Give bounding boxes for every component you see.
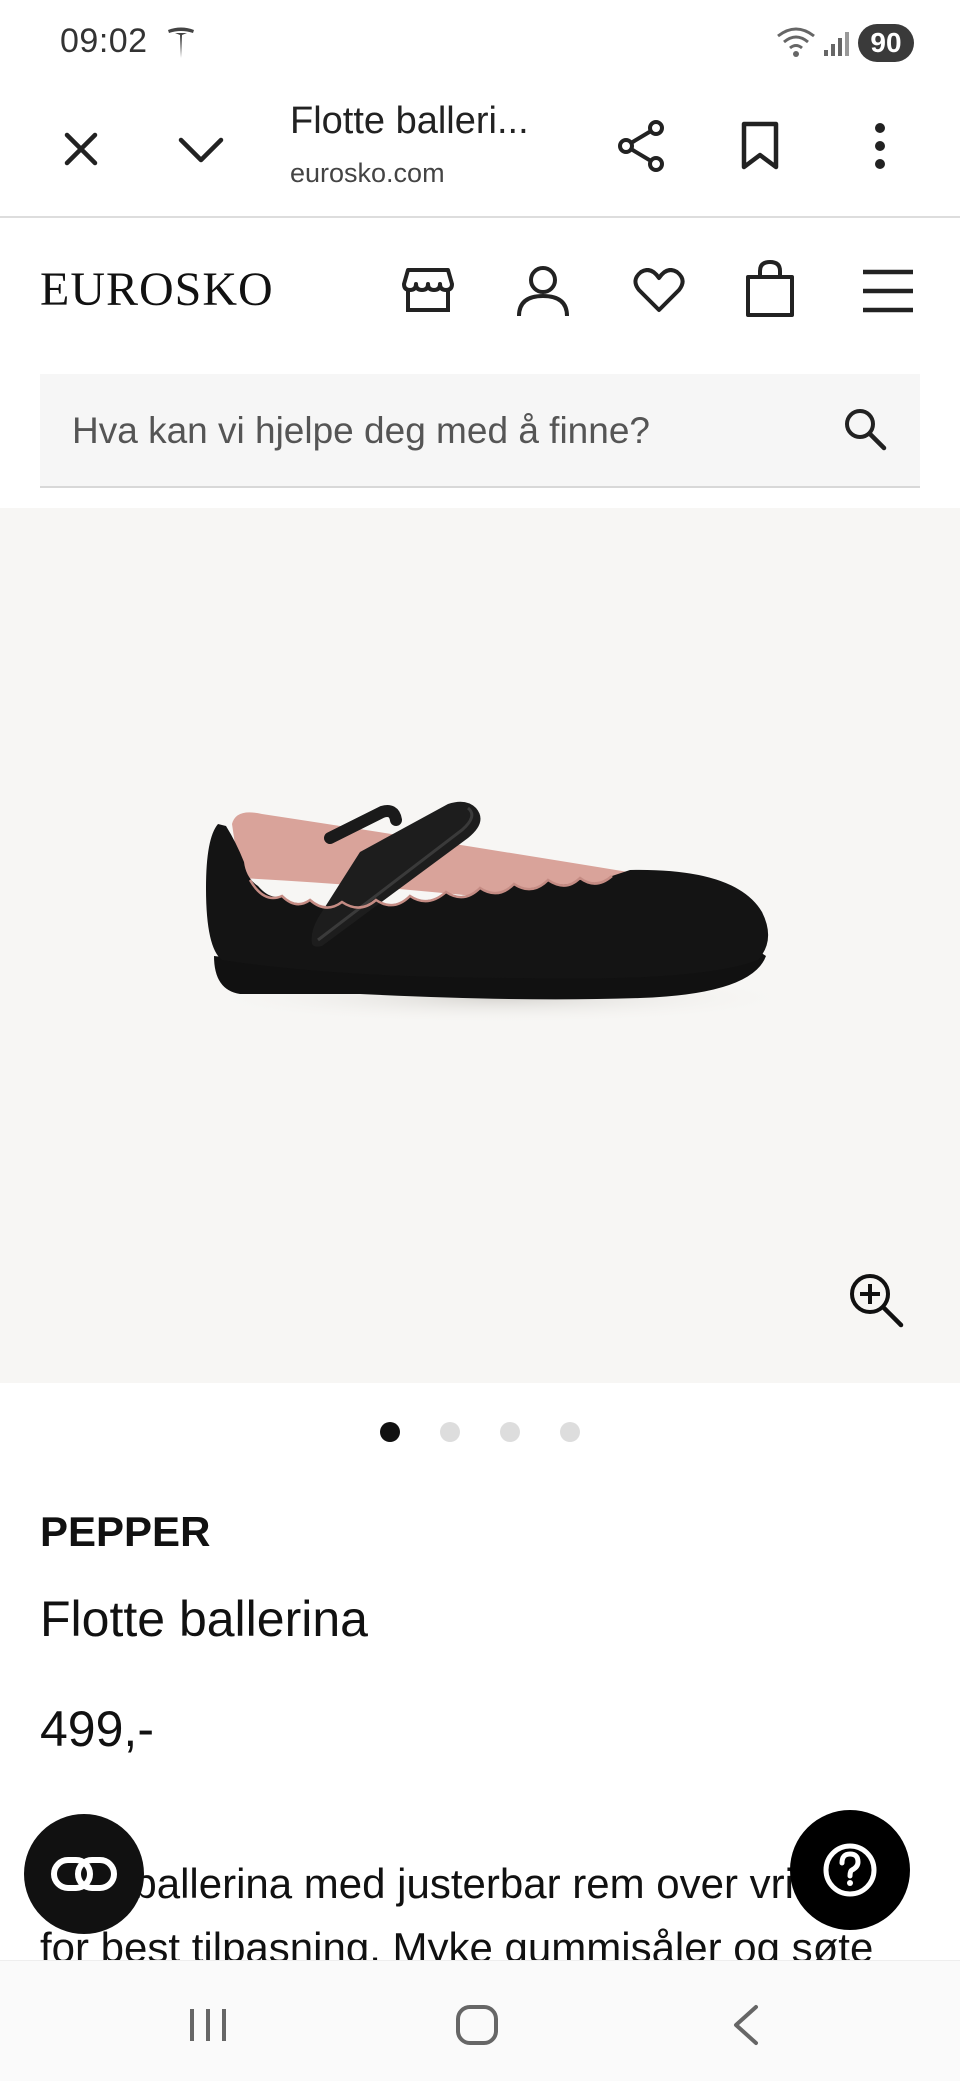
help-icon — [823, 1843, 877, 1897]
status-time: 09:02 — [60, 22, 148, 60]
shoe-illustration — [200, 801, 800, 1024]
hamburger-icon[interactable] — [856, 260, 920, 322]
heart-icon[interactable] — [626, 260, 692, 322]
search-icon[interactable] — [842, 406, 888, 452]
carousel-dot-1[interactable] — [380, 1422, 400, 1442]
tesla-icon — [168, 27, 194, 58]
wifi-icon — [777, 27, 815, 57]
ai-assistant-button[interactable] — [24, 1814, 144, 1934]
help-button[interactable] — [790, 1810, 910, 1930]
product-name: Flotte ballerina — [40, 1591, 368, 1647]
zoom-in-icon[interactable] — [846, 1270, 906, 1335]
chevron-down-icon[interactable] — [170, 118, 232, 180]
page-domain[interactable]: eurosko.com — [290, 158, 445, 189]
signal-icon — [824, 32, 849, 56]
back-icon[interactable] — [728, 2003, 764, 2047]
site-logo[interactable]: EUROSKO — [40, 262, 274, 317]
product-brand[interactable]: PEPPER — [40, 1508, 210, 1556]
system-nav-bar — [0, 1960, 960, 2081]
status-bar: 09:02 90 — [0, 0, 960, 88]
product-image[interactable] — [0, 508, 960, 1383]
product-price: 499,- — [40, 1701, 154, 1757]
recent-apps-icon[interactable] — [186, 2005, 232, 2045]
user-icon[interactable] — [510, 258, 576, 324]
ai-assistant-icon — [51, 1857, 117, 1891]
page-title[interactable]: Flotte balleri... — [290, 100, 529, 143]
bookmark-icon[interactable] — [728, 114, 792, 178]
bag-icon[interactable] — [738, 254, 802, 324]
search-box — [40, 374, 920, 488]
store-icon[interactable] — [396, 258, 460, 322]
battery-level: 90 — [858, 24, 914, 62]
more-vert-icon[interactable] — [850, 114, 910, 178]
carousel-dot-4[interactable] — [560, 1422, 580, 1442]
close-icon[interactable] — [50, 118, 112, 180]
home-icon[interactable] — [454, 2003, 500, 2047]
carousel-dot-2[interactable] — [440, 1422, 460, 1442]
search-input[interactable] — [70, 374, 834, 488]
share-icon[interactable] — [610, 114, 674, 178]
carousel-dot-3[interactable] — [500, 1422, 520, 1442]
